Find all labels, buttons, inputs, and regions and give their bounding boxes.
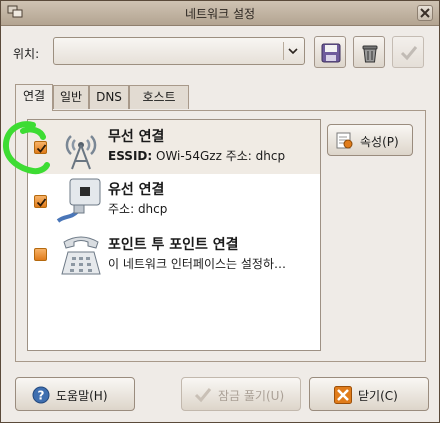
unlock-check-icon xyxy=(194,388,212,403)
combo-separator xyxy=(283,42,284,60)
wireless-connection-name: 무선 연결 xyxy=(108,129,165,145)
location-combo[interactable] xyxy=(53,37,305,65)
check-mark-icon xyxy=(36,198,47,207)
unlock-label: 잠금 풀기(U) xyxy=(218,389,285,403)
trash-can-icon xyxy=(362,45,378,63)
wireless-antenna-icon xyxy=(65,135,97,170)
delete-location-button[interactable] xyxy=(353,36,385,68)
essid-label: ESSID: xyxy=(108,149,153,163)
close-x-icon xyxy=(334,386,352,404)
chevron-down-icon xyxy=(288,48,298,55)
tab-connections[interactable]: 연결 xyxy=(15,84,53,111)
properties-label: 속성(P) xyxy=(360,135,399,149)
close-button[interactable]: 닫기(C) xyxy=(309,377,429,411)
tab-hosts[interactable]: 호스트 xyxy=(129,85,189,109)
help-button[interactable]: ? 도움말(H) xyxy=(15,377,135,411)
unlock-button[interactable]: 잠금 풀기(U) xyxy=(181,377,301,411)
wireless-enable-checkbox[interactable] xyxy=(34,141,47,154)
list-item-wired[interactable]: 유선 연결 주소: dhcp xyxy=(28,175,320,229)
modem-phone-icon xyxy=(61,236,101,275)
wired-connection-name: 유선 연결 xyxy=(108,182,165,198)
window-close-button[interactable] xyxy=(417,5,433,21)
tab-general[interactable]: 일반 xyxy=(53,85,89,109)
connection-list[interactable]: 무선 연결 ESSID: OWi-54Gzz 주소: dhcp 유선 연결 주소… xyxy=(27,119,321,351)
ppp-enable-checkbox[interactable] xyxy=(34,248,47,261)
network-settings-window: 네트워크 설정 위치: 연결 일반 DNS 호스트 무선 연결 ESSID: O… xyxy=(0,0,440,423)
wired-connection-detail: 주소: dhcp xyxy=(108,202,168,216)
close-icon xyxy=(420,8,430,18)
essid-value: OWi-54Gzz 주소: dhcp xyxy=(156,149,286,163)
save-location-button[interactable] xyxy=(314,36,346,68)
window-title: 네트워크 설정 xyxy=(184,7,256,21)
properties-wrench-icon xyxy=(336,132,353,149)
floppy-disk-icon xyxy=(321,43,341,63)
checkmark-icon xyxy=(400,46,418,61)
ethernet-plug-icon xyxy=(56,178,101,223)
check-mark-icon xyxy=(36,144,47,153)
list-item-wireless[interactable]: 무선 연결 ESSID: OWi-54Gzz 주소: dhcp xyxy=(28,120,320,174)
ppp-connection-name: 포인트 투 포인트 연결 xyxy=(108,237,239,253)
wireless-connection-detail: ESSID: OWi-54Gzz 주소: dhcp xyxy=(108,147,285,164)
help-label: 도움말(H) xyxy=(56,389,108,403)
apply-location-button[interactable] xyxy=(392,36,424,68)
ppp-connection-detail: 이 네트워크 인터페이스는 설정하… xyxy=(108,257,287,271)
location-label: 위치: xyxy=(13,47,40,61)
help-icon: ? xyxy=(32,386,50,404)
close-label: 닫기(C) xyxy=(358,389,398,403)
svg-text:?: ? xyxy=(38,389,45,403)
tab-dns[interactable]: DNS xyxy=(89,85,129,109)
wired-enable-checkbox[interactable] xyxy=(34,195,47,208)
title-bar[interactable]: 네트워크 설정 xyxy=(1,1,439,26)
list-item-ppp[interactable]: 포인트 투 포인트 연결 이 네트워크 인터페이스는 설정하… xyxy=(28,230,320,284)
properties-button[interactable]: 속성(P) xyxy=(327,124,413,156)
